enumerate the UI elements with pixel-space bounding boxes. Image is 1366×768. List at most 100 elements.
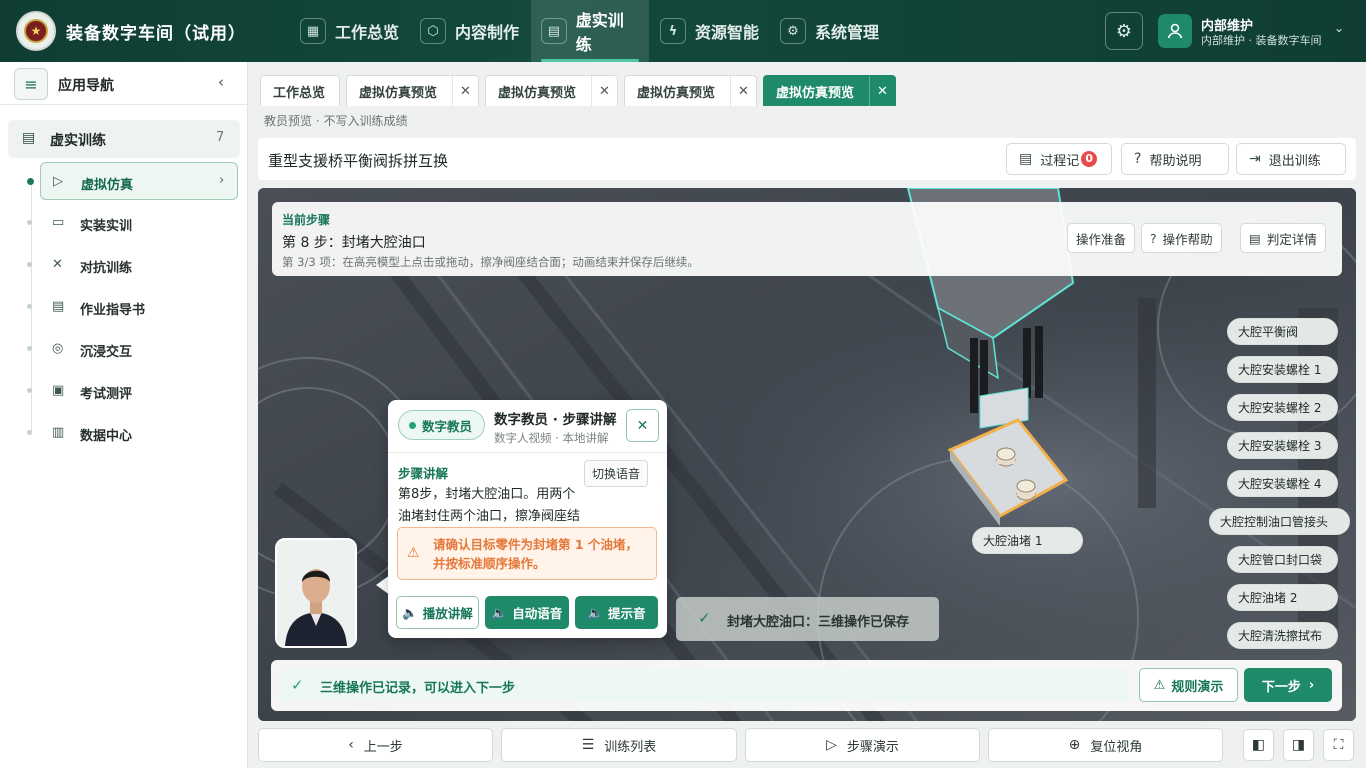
sidebar-item-work-guide[interactable]: ▤ 作业指导书	[27, 288, 238, 326]
training-list-button[interactable]: ☰ 训练列表	[501, 728, 737, 762]
topnav-overview[interactable]: ▦ 工作总览	[290, 0, 409, 62]
help-button[interactable]: ? 帮助说明	[1121, 143, 1229, 175]
hint-tone-label: 提示音	[608, 606, 646, 621]
instructor-narration: 第8步，封堵大腔油口。用两个油堵封住两个油口，擦净阀座结合面。	[398, 487, 581, 524]
topnav-system[interactable]: ⚙ 系统管理	[770, 0, 889, 62]
part-tag-label: 大腔控制油口管接头	[1220, 515, 1329, 529]
close-icon[interactable]: ✕	[452, 76, 478, 106]
operation-prep-button[interactable]: 操作准备	[1067, 223, 1136, 253]
tab-overview[interactable]: 工作总览	[260, 75, 340, 106]
part-tag[interactable]: 大腔油堵 2	[1227, 584, 1338, 611]
previous-step-label: 上一步	[363, 739, 403, 755]
switch-voice-label: 切换语音	[592, 467, 641, 481]
fullscreen-icon: ⛶	[1333, 737, 1344, 753]
process-record-button[interactable]: ▤ 过程记 0	[1006, 143, 1112, 175]
sidebar-item-data-center[interactable]: ▥ 数据中心	[27, 414, 238, 452]
sidebar-item-immersive[interactable]: ◎ 沉浸交互	[27, 330, 238, 368]
exit-label: 退出训练	[1268, 153, 1321, 169]
help-label: 帮助说明	[1149, 153, 1202, 169]
user-menu[interactable]: 内部维护 内部维护 · 装备数字车间 ⌄	[1158, 13, 1350, 49]
tab-label: 虚拟仿真预览	[637, 85, 716, 101]
tab-sim-preview-4[interactable]: 虚拟仿真预览 ✕	[763, 75, 896, 106]
tab-strip: 工作总览 虚拟仿真预览 ✕ 虚拟仿真预览 ✕ 虚拟仿真预览 ✕ 虚拟仿真预览 ✕	[248, 62, 1366, 106]
next-step-button[interactable]: 下一步 ›	[1244, 668, 1332, 702]
operation-help-button[interactable]: ? 操作帮助	[1141, 223, 1222, 253]
combat-icon: ✕	[52, 257, 63, 272]
judgement-detail-button[interactable]: ▤ 判定详情	[1240, 223, 1326, 253]
lightning-icon: ϟ	[660, 18, 686, 44]
part-tag[interactable]: 大腔平衡阀	[1227, 318, 1338, 345]
settings-button[interactable]: ⚙	[1105, 12, 1143, 50]
sidebar-item-label: 数据中心	[80, 429, 133, 444]
topnav-content[interactable]: ⬡ 内容制作	[410, 0, 529, 62]
step-demo-button[interactable]: ▷ 步骤演示	[745, 728, 980, 762]
clipboard-icon: ▣	[52, 383, 65, 398]
auto-voice-button[interactable]: 🔈 自动语音	[485, 596, 569, 629]
sidebar-item-adversarial[interactable]: ✕ 对抗训练	[27, 246, 238, 284]
sidebar-item-virtual-sim[interactable]: ▷ 虚拟仿真 ›	[27, 162, 238, 200]
part-tag[interactable]: 大腔安装螺栓 4	[1227, 470, 1338, 497]
sidebar-item-label: 作业指导书	[80, 303, 146, 318]
list-icon: ☰	[581, 737, 595, 753]
app-title: 装备数字车间（试用）	[66, 24, 246, 44]
toggle-right-panel-button[interactable]: ◨	[1283, 729, 1314, 761]
part-tag-label: 大腔安装螺栓 1	[1238, 363, 1322, 377]
cube-icon: ⬡	[420, 18, 446, 44]
tab-label: 虚拟仿真预览	[498, 85, 577, 101]
document-icon: ▤	[1019, 151, 1033, 167]
topnav-label: 工作总览	[335, 23, 400, 42]
exit-training-button[interactable]: ⇥ 退出训练	[1236, 143, 1346, 175]
previous-step-button[interactable]: ‹ 上一步	[258, 728, 493, 762]
hint-tone-button[interactable]: 🔈 提示音	[575, 596, 658, 629]
sidebar-item-label: 考试测评	[80, 387, 133, 402]
chevron-right-icon: ›	[1308, 677, 1315, 693]
close-icon[interactable]: ✕	[591, 76, 617, 106]
close-instructor-button[interactable]: ✕	[626, 409, 659, 442]
toggle-left-panel-button[interactable]: ◧	[1243, 729, 1274, 761]
question-circle-icon: ?	[1134, 151, 1142, 167]
sidebar-group-training[interactable]: ▤ 虚实训练 7	[8, 120, 240, 158]
rule-demo-button[interactable]: ⚠ 规则演示	[1139, 668, 1238, 702]
close-icon[interactable]: ✕	[869, 76, 895, 106]
part-tag[interactable]: 大腔清洗擦拭布	[1227, 622, 1338, 649]
part-tag[interactable]: 大腔控制油口管接头	[1209, 508, 1350, 535]
tree-dot	[27, 304, 32, 309]
switch-voice-button[interactable]: 切换语音	[584, 460, 649, 487]
page-title: 重型支援桥平衡阀拆拼互换	[268, 152, 449, 170]
menu-toggle-button[interactable]: ≡	[14, 68, 48, 100]
tab-sim-preview-2[interactable]: 虚拟仿真预览 ✕	[485, 75, 618, 106]
reset-view-label: 复位视角	[1090, 739, 1143, 755]
process-record-label: 过程记	[1040, 153, 1080, 169]
sidebar-item-exam[interactable]: ▣ 考试测评	[27, 372, 238, 410]
digital-instructor-avatar[interactable]	[275, 538, 357, 648]
divider	[388, 452, 667, 453]
step-demo-label: 步骤演示	[846, 739, 899, 755]
monitor-icon: ▭	[52, 215, 65, 230]
training-list-label: 训练列表	[604, 739, 657, 755]
topnav-resources[interactable]: ϟ 资源智能	[650, 0, 769, 62]
play-circle-icon: ▷	[826, 737, 837, 753]
tab-sim-preview-3[interactable]: 虚拟仿真预览 ✕	[624, 75, 757, 106]
grid-icon: ▦	[300, 18, 326, 44]
part-tag[interactable]: 大腔安装螺栓 1	[1227, 356, 1338, 383]
instructor-tag-label: 数字教员	[422, 418, 473, 434]
model-label-text: 大腔油堵 1	[983, 534, 1043, 548]
model-label-oil-plug-1[interactable]: 大腔油堵 1	[972, 527, 1083, 554]
chevron-down-icon: ⌄	[1334, 21, 1345, 35]
fullscreen-button[interactable]: ⛶	[1323, 729, 1354, 761]
check-icon: ✓	[291, 676, 304, 694]
part-tag[interactable]: 大腔管口封口袋	[1227, 546, 1338, 573]
saved-toast-text: 封堵大腔油口：三维操作已保存	[727, 615, 910, 630]
sidebar-item-equipment-training[interactable]: ▭ 实装实训	[27, 204, 238, 242]
close-icon[interactable]: ✕	[730, 76, 756, 106]
tab-label: 虚拟仿真预览	[359, 85, 438, 101]
reset-view-button[interactable]: ⊕ 复位视角	[988, 728, 1223, 762]
part-tag[interactable]: 大腔安装螺栓 2	[1227, 394, 1338, 421]
topnav-training[interactable]: ▤ 虚实训练	[531, 0, 649, 62]
play-narration-label: 播放讲解	[422, 606, 473, 621]
collapse-sidebar-icon[interactable]: ‹	[218, 73, 224, 91]
instructor-warning: ⚠ 请确认目标零件为封堵第 1 个油堵，并按标准顺序操作。	[397, 527, 657, 580]
play-narration-button[interactable]: 🔈 播放讲解	[396, 596, 479, 629]
tab-sim-preview-1[interactable]: 虚拟仿真预览 ✕	[346, 75, 479, 106]
part-tag[interactable]: 大腔安装螺栓 3	[1227, 432, 1338, 459]
